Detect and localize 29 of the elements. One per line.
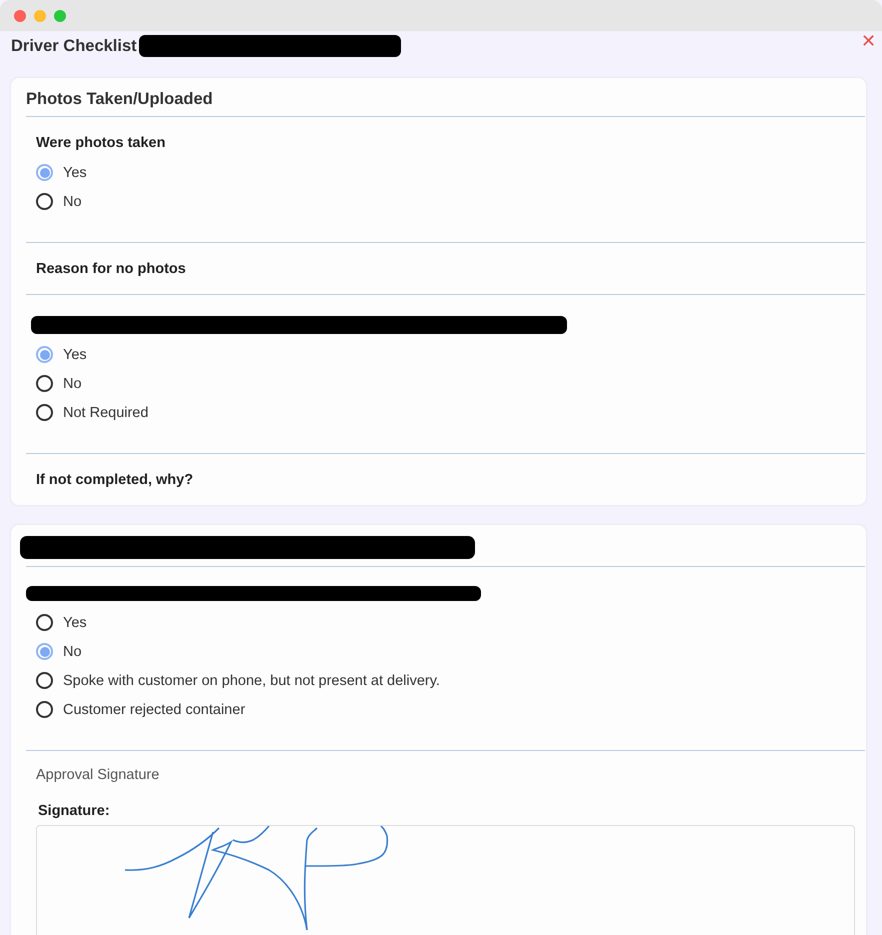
option-label[interactable]: No <box>63 376 82 392</box>
section-heading: Photos Taken/Uploaded <box>26 90 213 108</box>
option-label[interactable]: No <box>63 194 82 210</box>
field-label: Signature: <box>38 803 111 819</box>
radio-button[interactable] <box>36 404 53 421</box>
radio-button[interactable] <box>36 672 53 689</box>
window-title: Driver Checklist <box>11 36 137 56</box>
option-label[interactable]: Spoke with customer on phone, but not present at delivery. <box>63 672 440 688</box>
option-label[interactable]: Yes <box>63 164 87 180</box>
option-label[interactable]: Not Required <box>63 404 148 420</box>
zoom-window-button[interactable] <box>54 10 66 22</box>
radio-button[interactable] <box>36 375 53 392</box>
option-label[interactable]: Yes <box>63 614 87 630</box>
question-label: Were photos taken <box>36 135 166 151</box>
question-label: Reason for no photos <box>36 261 186 277</box>
option-label[interactable]: Customer rejected container <box>63 702 246 718</box>
radio-button[interactable] <box>36 193 53 210</box>
radio-button[interactable] <box>36 346 53 363</box>
section-label: Approval Signature <box>36 767 160 783</box>
signature-field[interactable] <box>36 825 855 935</box>
option-label[interactable]: No <box>63 644 82 660</box>
minimize-window-button[interactable] <box>34 10 46 22</box>
close-window-button[interactable] <box>14 10 26 22</box>
option-label[interactable]: Yes <box>63 346 87 362</box>
question-label: If not completed, why? <box>36 472 194 488</box>
radio-button[interactable] <box>36 164 53 181</box>
radio-button[interactable] <box>36 614 53 631</box>
radio-button[interactable] <box>36 701 53 718</box>
radio-button[interactable] <box>36 643 53 660</box>
